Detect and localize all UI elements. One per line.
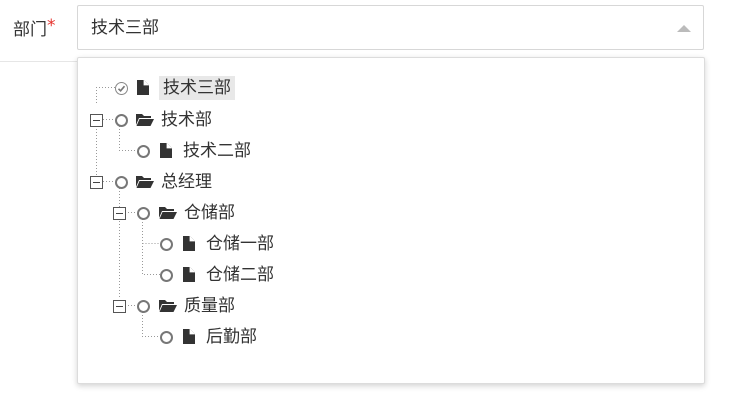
file-icon	[183, 329, 195, 344]
tree-node-label[interactable]: 技术三部	[159, 76, 235, 100]
department-label-text: 部门	[13, 20, 47, 40]
radio-icon[interactable]	[160, 238, 173, 251]
radio-checked-icon[interactable]	[115, 82, 128, 95]
radio-icon[interactable]	[160, 331, 173, 344]
folder-open-icon	[136, 114, 154, 126]
caret-up-icon[interactable]	[677, 25, 691, 32]
radio-icon[interactable]	[115, 114, 128, 127]
department-select[interactable]: 技术三部	[77, 5, 704, 50]
collapse-toggle-icon[interactable]	[90, 114, 103, 127]
file-icon	[183, 267, 195, 282]
tree-node-label[interactable]: 仓储二部	[206, 263, 274, 287]
required-asterisk: *	[47, 16, 56, 36]
form-row-divider	[0, 61, 78, 62]
collapse-toggle-icon[interactable]	[90, 176, 103, 189]
department-tree-dropdown[interactable]: 技术三部 技术部 技术二部 总经理 仓储部 仓储一部 仓储二部 质量部 后勤部	[77, 57, 705, 384]
radio-icon[interactable]	[115, 176, 128, 189]
radio-icon[interactable]	[137, 145, 150, 158]
tree-node-label[interactable]: 后勤部	[206, 325, 257, 349]
radio-icon[interactable]	[160, 269, 173, 282]
folder-open-icon	[159, 207, 177, 219]
file-icon	[137, 80, 149, 95]
department-label: 部门*	[13, 16, 56, 42]
tree-node-label[interactable]: 仓储部	[184, 201, 235, 225]
department-select-value: 技术三部	[91, 18, 159, 38]
tree-node-label[interactable]: 总经理	[161, 170, 212, 194]
tree-node-label[interactable]: 仓储一部	[206, 232, 274, 256]
tree-node-label[interactable]: 技术部	[161, 108, 212, 132]
tree-node-label[interactable]: 质量部	[184, 294, 235, 318]
collapse-toggle-icon[interactable]	[113, 300, 126, 313]
folder-open-icon	[136, 176, 154, 188]
collapse-toggle-icon[interactable]	[113, 207, 126, 220]
file-icon	[183, 236, 195, 251]
tree-node-label[interactable]: 技术二部	[183, 139, 251, 163]
radio-icon[interactable]	[137, 207, 150, 220]
folder-open-icon	[159, 300, 177, 312]
file-icon	[160, 143, 172, 158]
radio-icon[interactable]	[137, 300, 150, 313]
